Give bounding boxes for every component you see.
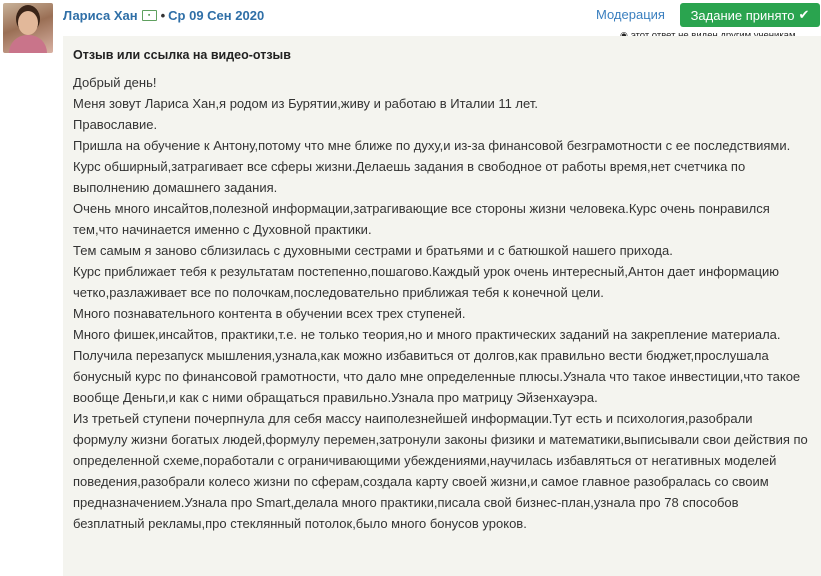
answer-paragraph: Православие. (73, 117, 158, 132)
author-name[interactable]: Лариса Хан (63, 8, 138, 23)
answer-paragraph: Пришла на обучение к Антону,потому что м… (73, 138, 791, 153)
answer-paragraph: Много познавательного контента в обучени… (73, 306, 466, 321)
answer-paragraph: Много фишек,инсайтов, практики,т.е. не т… (73, 327, 781, 342)
header-separator: • (160, 7, 166, 23)
answer-card: Отзыв или ссылка на видео-отзыв Добрый д… (63, 36, 821, 576)
moderation-link[interactable]: Модерация (596, 7, 665, 22)
id-card-icon: ▪ (141, 9, 157, 21)
answer-paragraph: Добрый день! (73, 75, 157, 90)
answer-text: Добрый день! Меня зовут Лариса Хан,я род… (73, 72, 808, 534)
answer-paragraph: Меня зовут Лариса Хан,я родом из Бурятии… (73, 96, 538, 111)
card-title: Отзыв или ссылка на видео-отзыв (73, 48, 291, 62)
user-avatar[interactable] (3, 3, 53, 53)
answer-paragraph: Из третьей ступени почерпнула для себя м… (73, 411, 808, 531)
answer-paragraph: Очень много инсайтов,полезной информации… (73, 201, 770, 237)
task-accepted-label: Задание принято (690, 7, 795, 23)
check-icon: ✔ (798, 7, 810, 22)
answer-paragraph: Тем самым я заново сблизилась с духовным… (73, 243, 673, 258)
avatar-head-shape (18, 11, 38, 35)
post-header: Лариса Хан ▪ • Ср 09 Сен 2020 (63, 6, 264, 24)
post-date[interactable]: Ср 09 Сен 2020 (168, 8, 264, 23)
task-accepted-button[interactable]: Задание принято ✔ (680, 3, 820, 27)
answer-paragraph: Получила перезапуск мышления,узнала,как … (73, 348, 801, 405)
answer-paragraph: Курс приближает тебя к результатам посте… (73, 264, 780, 300)
answer-paragraph: Курс обширный,затрагивает все сферы жизн… (73, 159, 746, 195)
avatar-body-shape (9, 35, 47, 53)
